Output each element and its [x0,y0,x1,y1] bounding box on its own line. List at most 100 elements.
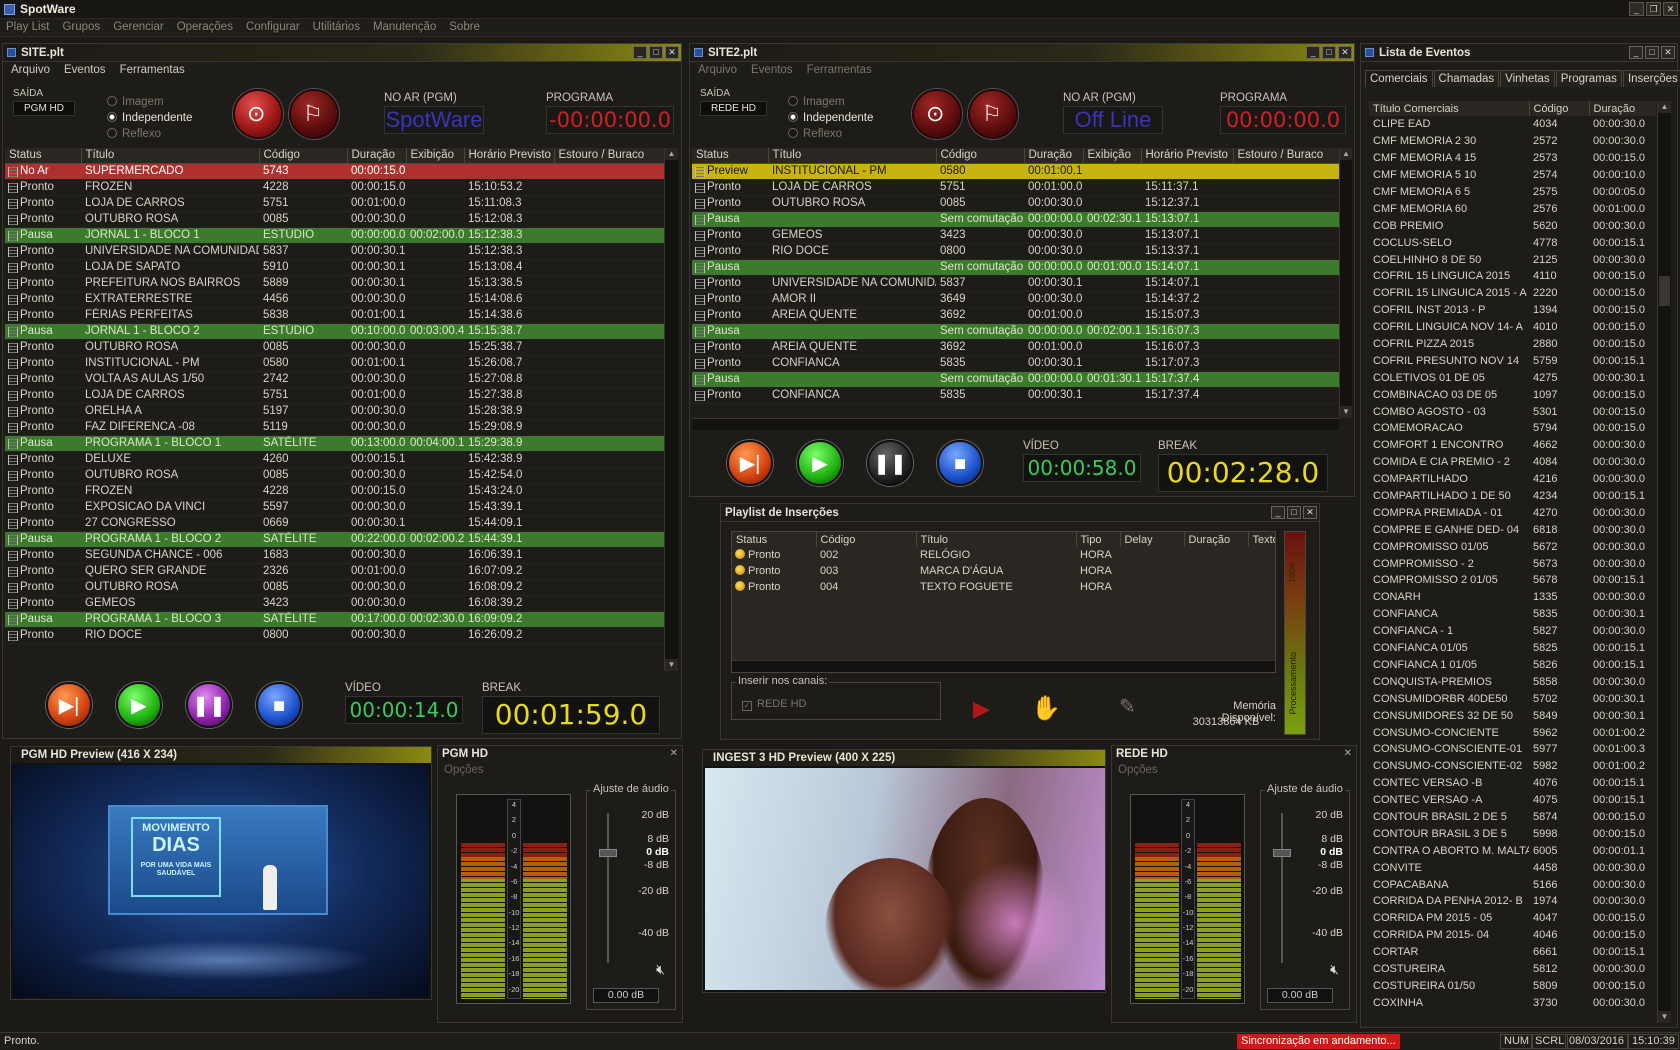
menu-sobre[interactable]: Sobre [443,19,487,33]
evento-row[interactable]: CONSUMO-CONSCIENTE-01 5977 00:01:00.3 [1369,741,1656,758]
pgm-audio-slider[interactable] [599,849,617,857]
pgm-audio-close-button[interactable]: ✕ [670,748,678,759]
site2-minimize-button[interactable]: _ [1306,46,1320,59]
rede-audio-close-button[interactable]: ✕ [1344,748,1352,759]
column-header[interactable]: Código [259,148,348,164]
evento-row[interactable]: CONFIANCA 01/05 5825 00:00:15.1 [1369,640,1656,657]
site2-menu-arquivo[interactable]: Arquivo [690,63,743,76]
playlist-row[interactable]: Pronto OUTUBRO ROSA 0085 00:00:30.0 15:12:37… [692,195,1339,212]
menu-configurar[interactable]: Configurar [240,19,307,33]
column-header[interactable]: Título [81,148,260,164]
evento-row[interactable]: COMFORT 1 ENCONTRO 4662 00:00:30.0 [1369,437,1656,454]
evento-row[interactable]: CMF MEMORIA 4 15 2573 00:00:15.0 [1369,150,1656,167]
evento-row[interactable]: CLIPE EAD 4034 00:00:30.0 [1369,116,1656,133]
playlist-row[interactable]: Pronto LOJA DE CARROS 5751 00:01:00.0 15:11:… [692,179,1339,196]
mode-independente[interactable]: Independente [788,110,873,126]
playlist-row[interactable]: Pronto PREFEITURA NOS BAIRROS 5889 00:00:30… [5,275,664,292]
site1-play-button[interactable]: ▶ [116,682,162,728]
column-header[interactable]: Exibição [1083,148,1142,164]
insercoes-close-button[interactable]: ✕ [1303,506,1317,519]
playlist-row[interactable]: Pronto 27 CONGRESSO 0669 00:00:30.1 15:44:09… [5,515,664,532]
insercao-row[interactable]: Pronto 002 RELÓGIO HORA [732,547,1275,563]
pgm-audio-opcoes[interactable]: Opções [444,764,484,776]
evento-row[interactable]: COFRIL 15 LINGUICA 2015 - A 2220 00:00:15.… [1369,285,1656,302]
playlist-row[interactable]: Pronto FROZEN 4228 00:00:15.0 15:10:53.2 [5,179,664,196]
evento-row[interactable]: CONSUMO-CONCIENTE 5962 00:01:00.2 [1369,724,1656,741]
insercao-row[interactable]: Pronto 003 MARCA D'ÁGUA HORA [732,563,1275,579]
playlist-row[interactable]: Pausa JORNAL 1 - BLOCO 1 ESTÚDIO 00:00:00.0… [5,227,664,244]
site1-minimize-button[interactable]: _ [633,46,647,59]
evento-row[interactable]: CONFIANCA 5835 00:00:30.1 [1369,606,1656,623]
site2-skip-button[interactable]: ⚐ [968,89,1018,139]
evento-row[interactable]: CMF MEMORIA 2 30 2572 00:00:30.0 [1369,133,1656,150]
insercao-row[interactable]: Pronto 004 TEXTO FOGUETE HORA [732,579,1275,595]
playlist-row[interactable]: Pronto GEMEOS 3423 00:00:30.0 16:08:39.2 [5,595,664,612]
menu-play-list[interactable]: Play List [0,19,56,33]
column-header[interactable]: Título [768,148,937,164]
column-header[interactable]: Delay [1120,532,1185,547]
playlist-row[interactable]: Pronto LOJA DE CARROS 5751 00:01:00.0 15:27:… [5,387,664,404]
column-header[interactable]: Exibição [406,148,465,164]
site2-play-button[interactable]: ▶ [797,440,843,486]
site1-scrollbar[interactable]: ▲ ▼ [664,148,678,671]
mute-icon[interactable]: 🔇︎ [656,961,665,978]
column-header[interactable]: Texto [1248,532,1275,547]
playlist-row[interactable]: No Ar SUPERMERCADO 5743 00:00:15.0 [5,163,664,180]
site2-maximize-button[interactable]: □ [1322,46,1336,59]
site1-menu-eventos[interactable]: Eventos [56,63,112,76]
column-header[interactable]: Status [692,148,769,164]
evento-row[interactable]: CMF MEMORIA 5 10 2574 00:00:10.0 [1369,167,1656,184]
evento-row[interactable]: COCLUS-SELO 4778 00:00:15.1 [1369,234,1656,251]
playlist-row[interactable]: Pronto LOJA DE CARROS 5751 00:01:00.0 15:11:… [5,195,664,212]
site2-live-button[interactable]: ⊙ [912,89,962,139]
playlist-row[interactable]: Pronto QUERO SER GRANDE 2326 00:01:00.0 16:0… [5,563,664,580]
column-header[interactable]: Estouro / Buraco [554,148,664,164]
evento-row[interactable]: CORRIDA PM 2015 - 05 4047 00:00:15.0 [1369,910,1656,927]
evento-row[interactable]: COFRIL 15 LINGUICA 2015 4110 00:00:15.0 [1369,268,1656,285]
evento-row[interactable]: CMF MEMORIA 6 5 2575 00:00:05.0 [1369,184,1656,201]
minimize-button[interactable]: _ [1629,2,1644,16]
playlist-row[interactable]: Pronto GEMEOS 3423 00:00:30.0 15:13:07.1 [692,227,1339,244]
eventos-minimize-button[interactable]: _ [1629,46,1643,59]
column-header[interactable]: Duração [1184,532,1249,547]
evento-row[interactable]: CONTEC VERSAO -A 4075 00:00:15.1 [1369,792,1656,809]
insert-play-icon[interactable]: ▶ [973,696,990,722]
evento-row[interactable]: CONVITE 4458 00:00:30.0 [1369,859,1656,876]
column-header[interactable]: Tipo [1076,532,1121,547]
column-header[interactable]: Código [1529,101,1590,116]
insercoes-minimize-button[interactable]: _ [1271,506,1285,519]
playlist-row[interactable]: Pronto OUTUBRO ROSA 0085 00:00:30.0 15:42:54… [5,467,664,484]
menu-manutencao[interactable]: Manutenção [367,19,443,33]
evento-row[interactable]: COFRIL LINGUICA NOV 14- A 4010 00:00:15.0 [1369,319,1656,336]
evento-row[interactable]: CONARH 1335 00:00:30.0 [1369,589,1656,606]
playlist-row[interactable]: Pronto FÉRIAS PERFEITAS 5838 00:01:00.1 15:1… [5,307,664,324]
evento-row[interactable]: CONTEC VERSAO -B 4076 00:00:15.1 [1369,775,1656,792]
evento-row[interactable]: CONFIANCA 1 01/05 5826 00:00:15.1 [1369,657,1656,674]
site1-next-button[interactable]: ▶| [46,682,92,728]
tab-comerciais[interactable]: Comerciais [1365,70,1433,87]
playlist-row[interactable]: Pronto AREIA QUENTE 3692 00:01:00.0 15:16:07… [692,339,1339,356]
evento-row[interactable]: COMEMORACAO 5794 00:00:15.0 [1369,420,1656,437]
evento-row[interactable]: CORRIDA DA PENHA 2012- B 1974 00:00:30.0 [1369,893,1656,910]
playlist-row[interactable]: Pronto EXPOSICAO DA VINCI 5597 00:00:30.0 15… [5,499,664,516]
site1-close-button[interactable]: ✕ [665,46,679,59]
evento-row[interactable]: COPACABANA 5166 00:00:30.0 [1369,876,1656,893]
site1-menu-arquivo[interactable]: Arquivo [3,63,56,76]
evento-row[interactable]: COB PREMIO 5620 00:00:30.0 [1369,217,1656,234]
playlist-row[interactable]: Pronto CONFIANCA 5835 00:00:30.1 15:17:07.3 [692,355,1339,372]
tab-programas[interactable]: Programas [1555,70,1622,87]
playlist-row[interactable]: Pronto OUTUBRO ROSA 0085 00:00:30.0 15:12:08… [5,211,664,228]
playlist-row[interactable]: Pronto EXTRATERRESTRE 4456 00:00:30.0 15:14:… [5,291,664,308]
evento-row[interactable]: CONSUMIDORES 32 DE 50 5849 00:00:30.1 [1369,707,1656,724]
site1-pause-button[interactable]: ❚❚ [186,682,232,728]
edit-pencil-icon[interactable]: ✎ [1119,694,1136,719]
column-header[interactable]: Horário Previsto [1141,148,1234,164]
evento-row[interactable]: CONSUMIDORBR 40DE50 5702 00:00:30.1 [1369,690,1656,707]
evento-row[interactable]: CONFIANCA - 1 5827 00:00:30.0 [1369,623,1656,640]
evento-row[interactable]: COMPROMISSO 2 01/05 5678 00:00:15.1 [1369,572,1656,589]
site2-menu-ferramentas[interactable]: Ferramentas [799,63,878,76]
site2-scrollbar[interactable]: ▲ ▼ [1339,148,1352,418]
playlist-row[interactable]: Pausa Sem comutação 00:00:00.0 00:02:30.1 15… [692,211,1339,228]
playlist-row[interactable]: Pronto ORELHA A 5197 00:00:30.0 15:28:38.9 [5,403,664,420]
playlist-row[interactable]: Pronto FROZEN 4228 00:00:15.0 15:43:24.0 [5,483,664,500]
